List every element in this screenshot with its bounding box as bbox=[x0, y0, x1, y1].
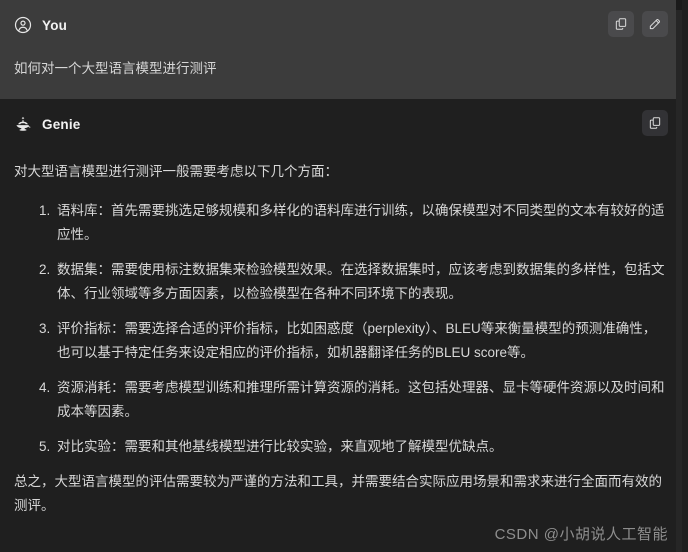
user-turn-header: You bbox=[14, 11, 668, 37]
pencil-edit-icon bbox=[648, 17, 662, 31]
list-item: 对比实验：需要和其他基线模型进行比较实验，来直观地了解模型优缺点。 bbox=[54, 435, 668, 459]
assistant-conclusion-text: 总之，大型语言模型的评估需要较为严谨的方法和工具，并需要结合实际应用场景和需求来… bbox=[14, 474, 662, 514]
chat-turn-user: You 如何对一个大型语言模型进行测评 bbox=[0, 0, 682, 99]
chat-turn-assistant: Genie 对大型语言模型进行测评一般需要考虑以下几个方面： 语料库：首先需要挑… bbox=[0, 99, 682, 538]
list-item: 数据集：需要使用标注数据集来检验模型效果。在选择数据集时，应该考虑到数据集的多样… bbox=[54, 258, 668, 306]
list-item: 评价指标：需要选择合适的评价指标，比如困惑度（perplexity）、BLEU等… bbox=[54, 317, 668, 365]
vertical-scrollbar[interactable] bbox=[676, 0, 682, 552]
assistant-role-label: Genie bbox=[42, 116, 81, 132]
copy-button[interactable] bbox=[608, 11, 634, 37]
copy-button[interactable] bbox=[642, 110, 668, 136]
assistant-turn-actions bbox=[642, 110, 668, 136]
edit-button[interactable] bbox=[642, 11, 668, 37]
list-item: 语料库：首先需要挑选足够规模和多样化的语料库进行训练，以确保模型对不同类型的文本… bbox=[54, 199, 668, 247]
user-turn-actions bbox=[608, 11, 668, 37]
assistant-points-list: 语料库：首先需要挑选足够规模和多样化的语料库进行训练，以确保模型对不同类型的文本… bbox=[14, 199, 668, 459]
chat-transcript: You 如何对一个大型语言模型进行测评 Genie 对大型语言模型进行测评一般需… bbox=[0, 0, 682, 552]
list-item: 资源消耗：需要考虑模型训练和推理所需计算资源的消耗。这包括处理器、显卡等硬件资源… bbox=[54, 376, 668, 424]
assistant-intro-text: 对大型语言模型进行测评一般需要考虑以下几个方面： bbox=[14, 164, 338, 179]
user-message-text: 如何对一个大型语言模型进行测评 bbox=[14, 61, 217, 76]
user-role-label: You bbox=[42, 17, 68, 33]
copy-icon bbox=[614, 17, 628, 31]
assistant-turn-header: Genie bbox=[14, 110, 668, 136]
scrollbar-thumb[interactable] bbox=[676, 0, 682, 10]
copy-icon bbox=[648, 116, 662, 130]
genie-lamp-icon bbox=[14, 115, 32, 133]
user-circle-icon bbox=[14, 16, 32, 34]
